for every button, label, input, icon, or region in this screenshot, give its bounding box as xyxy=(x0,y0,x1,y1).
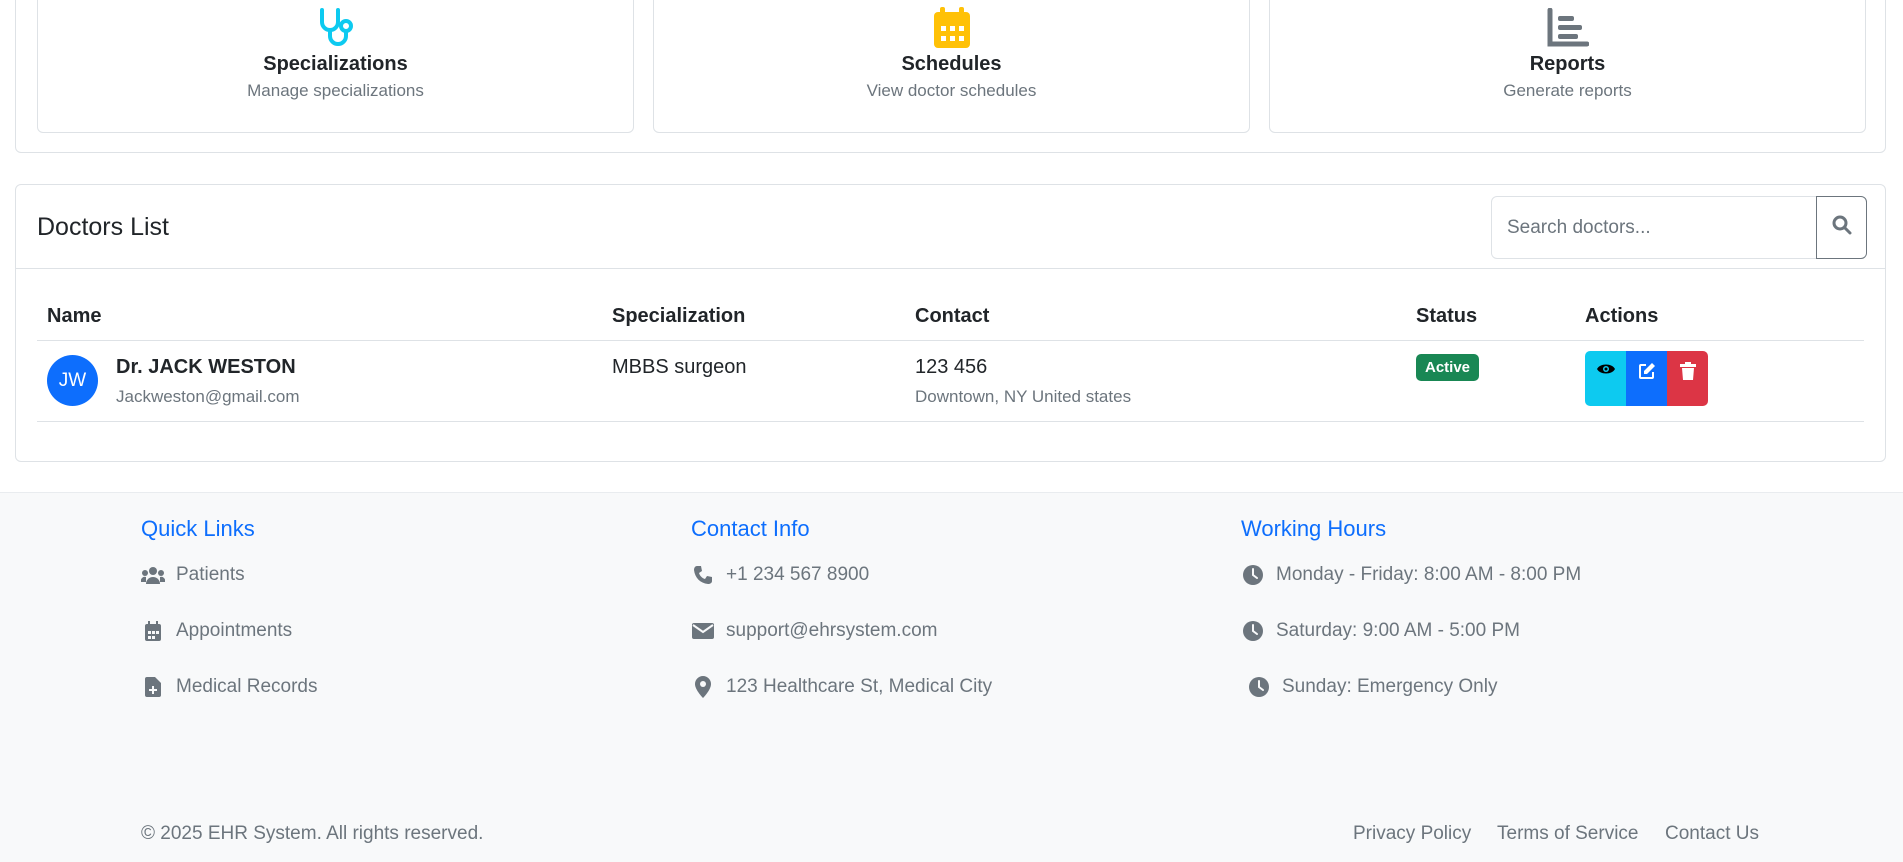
feature-title: Reports xyxy=(1529,53,1606,75)
hours-text: Sunday: Emergency Only xyxy=(1282,676,1498,697)
feature-description: Generate reports xyxy=(1503,81,1632,100)
copyright: © 2025 EHR System. All rights reserved. xyxy=(141,823,484,844)
clock-icon xyxy=(1241,621,1265,641)
delete-button[interactable] xyxy=(1667,351,1708,406)
contact-info-title: Contact Info xyxy=(691,516,810,541)
contact-email: support@ehrsystem.com xyxy=(691,620,937,642)
file-medical-icon xyxy=(141,677,165,697)
chart-bar-icon xyxy=(1546,6,1590,50)
feature-title: Specializations xyxy=(263,53,408,75)
working-hours-title: Working Hours xyxy=(1241,516,1387,541)
search-group xyxy=(1491,196,1867,259)
terms-of-service-link[interactable]: Terms of Service xyxy=(1497,823,1638,845)
column-header-specialization[interactable]: Specialization xyxy=(612,305,745,328)
hours-text: Saturday: 9:00 AM - 5:00 PM xyxy=(1276,620,1520,641)
row-divider xyxy=(37,421,1864,422)
avatar: JW xyxy=(47,355,98,406)
search-input[interactable] xyxy=(1491,196,1817,259)
row-actions xyxy=(1585,351,1708,406)
column-header-contact[interactable]: Contact xyxy=(915,305,989,328)
doctors-list-card: Doctors List Name Specialization Contact… xyxy=(15,184,1886,462)
status-badge: Active xyxy=(1416,354,1480,381)
footer-link-label: Patients xyxy=(176,564,245,585)
search-button[interactable] xyxy=(1816,196,1867,259)
users-icon xyxy=(141,566,165,584)
hours-sunday: Sunday: Emergency Only xyxy=(1247,676,1497,698)
feature-title: Schedules xyxy=(901,53,1002,75)
footer-link-label: Appointments xyxy=(176,620,293,641)
column-header-actions: Actions xyxy=(1585,305,1659,327)
doctors-list-header: Doctors List xyxy=(16,185,1885,269)
stethoscope-icon xyxy=(314,6,358,50)
footer-link-medical-records[interactable]: Medical Records xyxy=(141,676,318,698)
schedules-card[interactable]: Schedules View doctor schedules xyxy=(653,0,1250,133)
doctor-address: Downtown, NY United states xyxy=(915,387,1132,406)
footer-link-patients[interactable]: Patients xyxy=(141,564,245,586)
feature-cards-panel: Specializations Manage specializations S… xyxy=(15,0,1886,153)
search-icon xyxy=(1832,215,1852,240)
trash-icon xyxy=(1679,362,1696,385)
hours-weekdays: Monday - Friday: 8:00 AM - 8:00 PM xyxy=(1241,564,1581,586)
feature-description: Manage specializations xyxy=(247,81,424,100)
contact-phone-text: +1 234 567 8900 xyxy=(726,564,870,585)
doctor-phone: 123 456 xyxy=(915,356,988,378)
clock-icon xyxy=(1247,677,1271,697)
hours-saturday: Saturday: 9:00 AM - 5:00 PM xyxy=(1241,620,1520,642)
column-header-name[interactable]: Name xyxy=(47,305,101,328)
footer-link-label: Medical Records xyxy=(176,676,318,697)
calendar-icon xyxy=(141,621,165,641)
phone-icon xyxy=(691,565,715,585)
view-button[interactable] xyxy=(1585,351,1626,406)
edit-button[interactable] xyxy=(1626,351,1667,406)
edit-icon xyxy=(1638,362,1656,385)
doctor-name: Dr. JACK WESTON xyxy=(116,356,296,378)
calendar-icon xyxy=(930,6,974,50)
footer-link-appointments[interactable]: Appointments xyxy=(141,620,292,642)
contact-email-text: support@ehrsystem.com xyxy=(726,620,938,641)
doctor-specialization: MBBS surgeon xyxy=(612,356,747,378)
page-title: Doctors List xyxy=(37,213,169,241)
footer: Quick Links Patients Appointments Medica… xyxy=(0,492,1903,862)
contact-address: 123 Healthcare St, Medical City xyxy=(691,676,992,698)
feature-description: View doctor schedules xyxy=(866,81,1037,100)
doctor-email: Jackweston@gmail.com xyxy=(116,387,300,406)
contact-us-link[interactable]: Contact Us xyxy=(1665,823,1759,845)
map-marker-icon xyxy=(691,676,715,698)
row-divider xyxy=(37,340,1864,341)
column-header-status[interactable]: Status xyxy=(1416,305,1477,328)
contact-phone: +1 234 567 8900 xyxy=(691,564,869,586)
hours-text: Monday - Friday: 8:00 AM - 8:00 PM xyxy=(1276,564,1582,585)
specializations-card[interactable]: Specializations Manage specializations xyxy=(37,0,634,133)
reports-card[interactable]: Reports Generate reports xyxy=(1269,0,1866,133)
contact-address-text: 123 Healthcare St, Medical City xyxy=(726,676,993,697)
envelope-icon xyxy=(691,623,715,639)
privacy-policy-link[interactable]: Privacy Policy xyxy=(1353,823,1471,845)
clock-icon xyxy=(1241,565,1265,585)
eye-icon xyxy=(1596,362,1616,381)
quick-links-title: Quick Links xyxy=(141,516,255,541)
